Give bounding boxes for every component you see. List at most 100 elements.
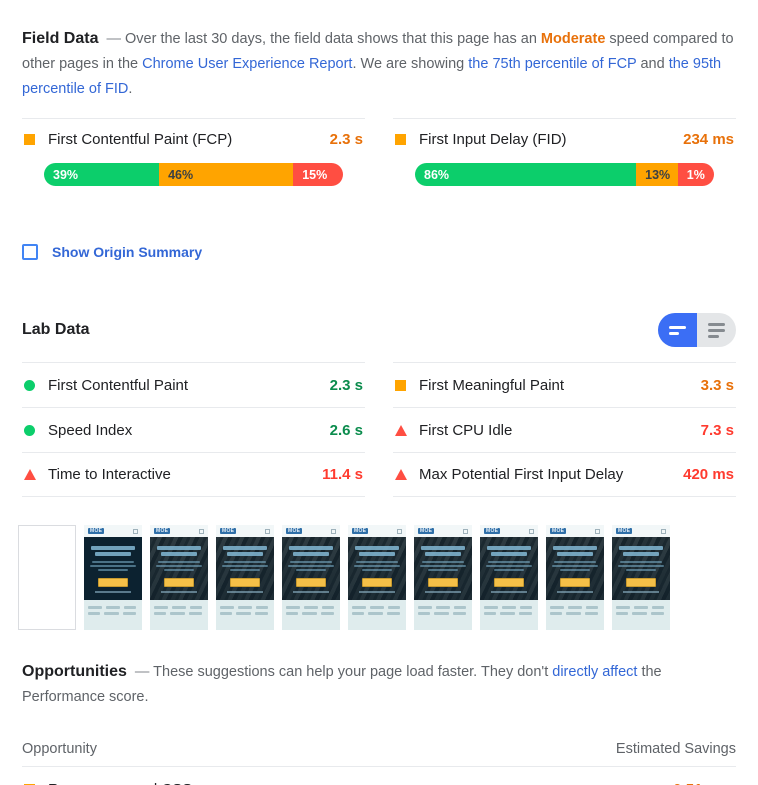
lab-metric-name: Speed Index	[48, 421, 133, 439]
hamburger-icon	[199, 528, 204, 534]
hamburger-icon	[265, 528, 270, 534]
opportunity-name: Remove unused CSS	[48, 781, 599, 785]
thumbnail-hero	[612, 537, 670, 600]
thumbnail-hero	[348, 537, 406, 600]
triangle-red-icon	[395, 424, 407, 436]
view-toggle[interactable]	[658, 313, 736, 347]
filmstrip-thumbnail[interactable]: MOE	[348, 525, 406, 630]
pagespeed-report: Field Data — Over the last 30 days, the f…	[0, 26, 758, 785]
show-origin-summary-row[interactable]: Show Origin Summary	[0, 244, 758, 260]
hamburger-icon	[595, 528, 600, 534]
field-data-dash: —	[106, 31, 121, 47]
circle-green-icon	[24, 379, 35, 391]
hamburger-icon	[397, 528, 402, 534]
opportunities-dash: —	[134, 664, 150, 680]
site-logo-icon: MOE	[484, 528, 501, 534]
field-data-title: Field Data	[22, 30, 99, 47]
filmstrip-thumbnail-blank[interactable]	[18, 525, 76, 630]
field-data-intro-text-4: and	[636, 56, 669, 72]
lab-metric-value: 3.3 s	[700, 376, 734, 394]
opportunities-table: Opportunity Estimated Savings Remove unu…	[0, 732, 758, 785]
site-logo-icon: MOE	[550, 528, 567, 534]
distribution-segment-average: 13%	[636, 163, 678, 186]
field-metric-fid: First Input Delay (FID) 234 ms 86% 13% 1…	[393, 118, 736, 200]
lab-data-header: Lab Data	[0, 312, 758, 348]
field-metric-fcp: First Contentful Paint (FCP) 2.3 s 39% 4…	[22, 118, 365, 200]
filmstrip-thumbnail[interactable]: MOE	[414, 525, 472, 630]
toggle-compact-view[interactable]	[658, 313, 697, 347]
column-header-estimated-savings: Estimated Savings	[615, 741, 736, 757]
field-metric-name: First Input Delay (FID)	[419, 130, 567, 148]
circle-green-icon	[24, 424, 35, 436]
lab-metric-value: 11.4 s	[322, 466, 363, 483]
opportunity-savings-group: 0.51 s	[599, 780, 738, 785]
distribution-segment-average: 46%	[159, 163, 294, 186]
filmstrip-thumbnail[interactable]: MOE	[612, 525, 670, 630]
fid-distribution-bar: 86% 13% 1%	[415, 163, 714, 186]
site-logo-icon: MOE	[418, 528, 435, 534]
filmstrip-thumbnail[interactable]: MOE	[84, 525, 142, 630]
lab-metric-value: 7.3 s	[700, 421, 734, 439]
cta-button-icon	[230, 578, 260, 587]
opportunities-intro: Opportunities — These suggestions can hel…	[0, 659, 758, 710]
lab-metric-value: 2.6 s	[329, 421, 363, 439]
lab-metric-row[interactable]: Max Potential First Input Delay 420 ms	[393, 452, 736, 497]
fcp-percentile-link[interactable]: the 75th percentile of FCP	[468, 56, 636, 72]
site-logo-icon: MOE	[154, 528, 171, 534]
lab-metric-name: Time to Interactive	[48, 466, 171, 483]
lab-metric-row[interactable]: First CPU Idle 7.3 s	[393, 407, 736, 452]
field-data-intro-text-5: .	[128, 81, 133, 97]
field-metric-header: First Input Delay (FID) 234 ms	[393, 119, 736, 159]
lab-data-title: Lab Data	[22, 321, 90, 338]
square-orange-icon	[24, 133, 35, 145]
filmstrip-thumbnail[interactable]: MOE	[282, 525, 340, 630]
fcp-distribution-bar: 39% 46% 15%	[44, 163, 343, 186]
toggle-list-view[interactable]	[697, 313, 736, 347]
distribution-segment-good: 39%	[44, 163, 160, 186]
hamburger-icon	[661, 528, 666, 534]
origin-summary-label[interactable]: Show Origin Summary	[52, 244, 202, 260]
square-orange-icon	[395, 379, 406, 391]
triangle-red-icon	[395, 469, 407, 480]
cta-button-icon	[296, 578, 326, 587]
triangle-red-icon	[24, 469, 36, 480]
compact-view-icon	[669, 325, 686, 335]
field-data-intro: Field Data — Over the last 30 days, the f…	[0, 26, 758, 102]
field-data-intro-text-1: Over the last 30 days, the field data sh…	[120, 31, 541, 47]
origin-summary-checkbox[interactable]	[22, 244, 38, 260]
field-data-intro-text-3: . We are showing	[352, 56, 469, 72]
field-metric-header: First Contentful Paint (FCP) 2.3 s	[22, 119, 365, 159]
lab-metric-row[interactable]: Speed Index 2.6 s	[22, 407, 365, 452]
field-metric-name: First Contentful Paint (FCP)	[48, 130, 233, 148]
lab-metrics-grid: First Contentful Paint 2.3 s Speed Index…	[0, 362, 758, 497]
distribution-segment-poor: 1%	[677, 163, 714, 186]
lab-metric-row[interactable]: First Contentful Paint 2.3 s	[22, 362, 365, 407]
thumbnail-hero	[546, 537, 604, 600]
list-view-icon	[708, 322, 725, 338]
distribution-segment-poor: 15%	[293, 163, 343, 186]
lab-metric-row[interactable]: Time to Interactive 11.4 s	[22, 452, 365, 497]
hamburger-icon	[463, 528, 468, 534]
cta-button-icon	[428, 578, 458, 587]
opportunity-row[interactable]: Remove unused CSS 0.51 s	[22, 766, 738, 785]
thumbnail-hero	[150, 537, 208, 600]
cta-button-icon	[362, 578, 392, 587]
screenshot-filmstrip: MOE MOE MOE MOE MOE MOE MOE MOE MOE	[0, 525, 758, 633]
thumbnail-hero	[282, 537, 340, 600]
directly-affect-link[interactable]: directly affect	[552, 664, 637, 680]
cta-button-icon	[98, 578, 128, 587]
cta-button-icon	[560, 578, 590, 587]
filmstrip-thumbnail[interactable]: MOE	[480, 525, 538, 630]
filmstrip-thumbnail[interactable]: MOE	[216, 525, 274, 630]
site-logo-icon: MOE	[220, 528, 237, 534]
square-orange-icon	[395, 133, 406, 145]
hamburger-icon	[133, 528, 138, 534]
chevron-down-icon[interactable]	[725, 780, 738, 785]
lab-metric-row[interactable]: First Meaningful Paint 3.3 s	[393, 362, 736, 407]
lab-metric-name: First CPU Idle	[419, 421, 513, 439]
filmstrip-thumbnail[interactable]: MOE	[150, 525, 208, 630]
filmstrip-thumbnail[interactable]: MOE	[546, 525, 604, 630]
opportunities-title: Opportunities	[22, 663, 127, 680]
hamburger-icon	[529, 528, 534, 534]
crux-report-link[interactable]: Chrome User Experience Report	[142, 56, 352, 72]
